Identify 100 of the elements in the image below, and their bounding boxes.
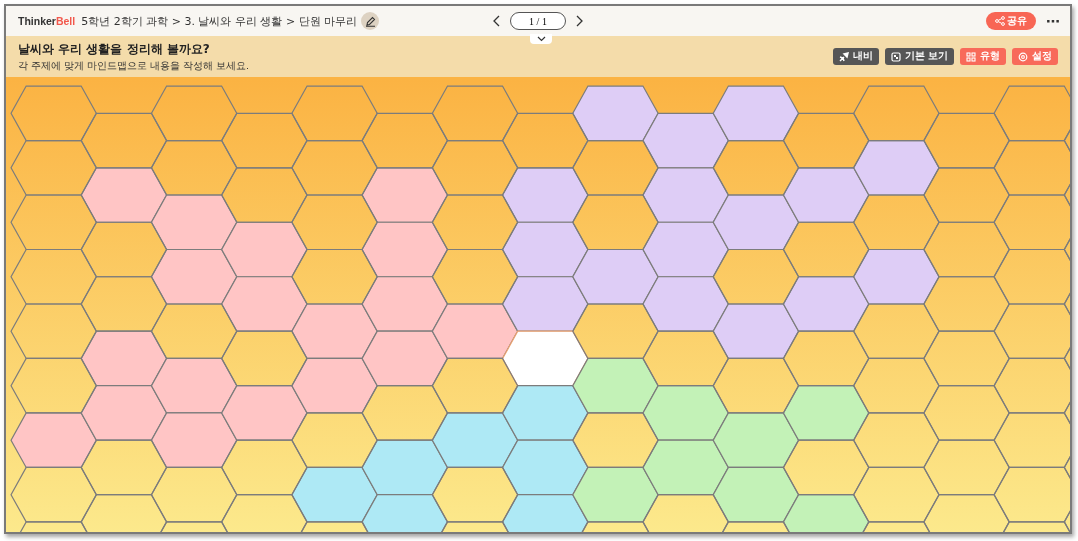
hex-cell[interactable]: [501, 439, 589, 496]
hex-cell[interactable]: [782, 112, 870, 169]
hex-cell[interactable]: [642, 167, 729, 223]
hex-cell[interactable]: [642, 221, 729, 278]
hex-cell[interactable]: [572, 412, 659, 469]
hex-cell[interactable]: [923, 494, 1010, 532]
hex-cell[interactable]: [80, 439, 168, 496]
hex-cell[interactable]: [853, 303, 940, 360]
previous-icon[interactable]: [492, 15, 502, 27]
hex-cell[interactable]: [10, 139, 97, 196]
hex-cell[interactable]: [501, 330, 589, 387]
hex-cell[interactable]: [501, 112, 589, 169]
hex-cell[interactable]: [361, 439, 449, 496]
hex-cell[interactable]: [642, 330, 729, 387]
hex-cell[interactable]: [712, 412, 800, 469]
hex-cell[interactable]: [993, 85, 1070, 142]
hex-cell[interactable]: [642, 439, 729, 496]
hex-cell[interactable]: [10, 303, 97, 360]
hex-cell[interactable]: [572, 466, 659, 523]
hex-cell[interactable]: [431, 466, 519, 523]
hex-cell[interactable]: [501, 276, 589, 332]
hex-cell[interactable]: [221, 439, 308, 496]
hex-cell[interactable]: [361, 276, 449, 332]
hex-cell[interactable]: [80, 385, 168, 441]
hex-cell[interactable]: [923, 330, 1010, 387]
hex-cell[interactable]: [782, 221, 870, 278]
hex-cell[interactable]: [993, 412, 1070, 469]
hex-cell[interactable]: [923, 276, 1010, 332]
hex-cell[interactable]: [853, 466, 940, 523]
hex-cell[interactable]: [150, 248, 238, 305]
hex-cell[interactable]: [431, 139, 519, 196]
hex-cell[interactable]: [10, 466, 97, 523]
hex-cell[interactable]: [10, 248, 97, 305]
hex-cell[interactable]: [361, 221, 449, 278]
hex-cell[interactable]: [572, 139, 659, 196]
hex-cell[interactable]: [923, 112, 1010, 169]
more-button[interactable]: ⋯: [1046, 13, 1060, 29]
hex-cell[interactable]: [923, 221, 1010, 278]
hex-cell[interactable]: [431, 248, 519, 305]
hex-cell[interactable]: [361, 330, 449, 387]
hex-cell[interactable]: [782, 385, 870, 441]
hex-cell[interactable]: [853, 139, 940, 196]
hex-cell[interactable]: [291, 85, 378, 142]
hex-cell[interactable]: [853, 85, 940, 142]
hex-cell[interactable]: [291, 412, 378, 469]
hex-cell[interactable]: [782, 494, 870, 532]
toolbar-button[interactable]: 기본 보기: [884, 48, 954, 65]
hex-cell[interactable]: [501, 494, 589, 532]
hex-cell[interactable]: [712, 248, 800, 305]
hex-cell[interactable]: [782, 276, 870, 332]
hex-cell[interactable]: [712, 466, 800, 523]
hex-cell[interactable]: [221, 330, 308, 387]
hex-cell[interactable]: [501, 385, 589, 441]
edit-button[interactable]: [361, 12, 380, 30]
hex-cell[interactable]: [431, 412, 519, 469]
hex-cell[interactable]: [572, 357, 659, 414]
hex-cell[interactable]: [712, 357, 800, 414]
hex-cell[interactable]: [993, 303, 1070, 360]
hex-cell[interactable]: [10, 85, 97, 142]
hex-cell[interactable]: [431, 303, 519, 360]
hex-cell[interactable]: [712, 85, 800, 142]
hex-cell[interactable]: [431, 85, 519, 142]
hex-cell[interactable]: [80, 494, 168, 532]
hex-cell[interactable]: [923, 167, 1010, 223]
hex-cell[interactable]: [853, 412, 940, 469]
hex-cell[interactable]: [712, 139, 800, 196]
hex-cell[interactable]: [572, 248, 659, 305]
hex-cell[interactable]: [923, 385, 1010, 441]
hex-cell[interactable]: [993, 139, 1070, 196]
hex-cell[interactable]: [642, 494, 729, 532]
hex-cell[interactable]: [431, 194, 519, 251]
hex-cell[interactable]: [150, 466, 238, 523]
hex-cell[interactable]: [572, 194, 659, 251]
hex-cell[interactable]: [291, 303, 378, 360]
hex-cell[interactable]: [572, 85, 659, 142]
hex-cell[interactable]: [221, 385, 308, 441]
hex-cell[interactable]: [431, 357, 519, 414]
hex-cell[interactable]: [712, 194, 800, 251]
hex-cell[interactable]: [291, 248, 378, 305]
hex-cell[interactable]: [291, 357, 378, 414]
hex-cell[interactable]: [80, 330, 168, 387]
hex-cell[interactable]: [291, 194, 378, 251]
hex-cell[interactable]: [642, 276, 729, 332]
hex-cell[interactable]: [291, 139, 378, 196]
hex-cell[interactable]: [501, 167, 589, 223]
hex-cell[interactable]: [80, 276, 168, 332]
collapse-button[interactable]: [530, 34, 552, 44]
hex-cell[interactable]: [10, 357, 97, 414]
hex-cell[interactable]: [782, 439, 870, 496]
hex-cell[interactable]: [853, 357, 940, 414]
hex-cell[interactable]: [572, 303, 659, 360]
hex-cell[interactable]: [150, 194, 238, 251]
hex-cell[interactable]: [221, 494, 308, 532]
hex-cell[interactable]: [853, 248, 940, 305]
hex-cell[interactable]: [361, 167, 449, 223]
hex-cell[interactable]: [80, 221, 168, 278]
hex-cell[interactable]: [80, 167, 168, 223]
hex-cell[interactable]: [221, 221, 308, 278]
hex-cell[interactable]: [221, 276, 308, 332]
hex-cell[interactable]: [361, 494, 449, 532]
